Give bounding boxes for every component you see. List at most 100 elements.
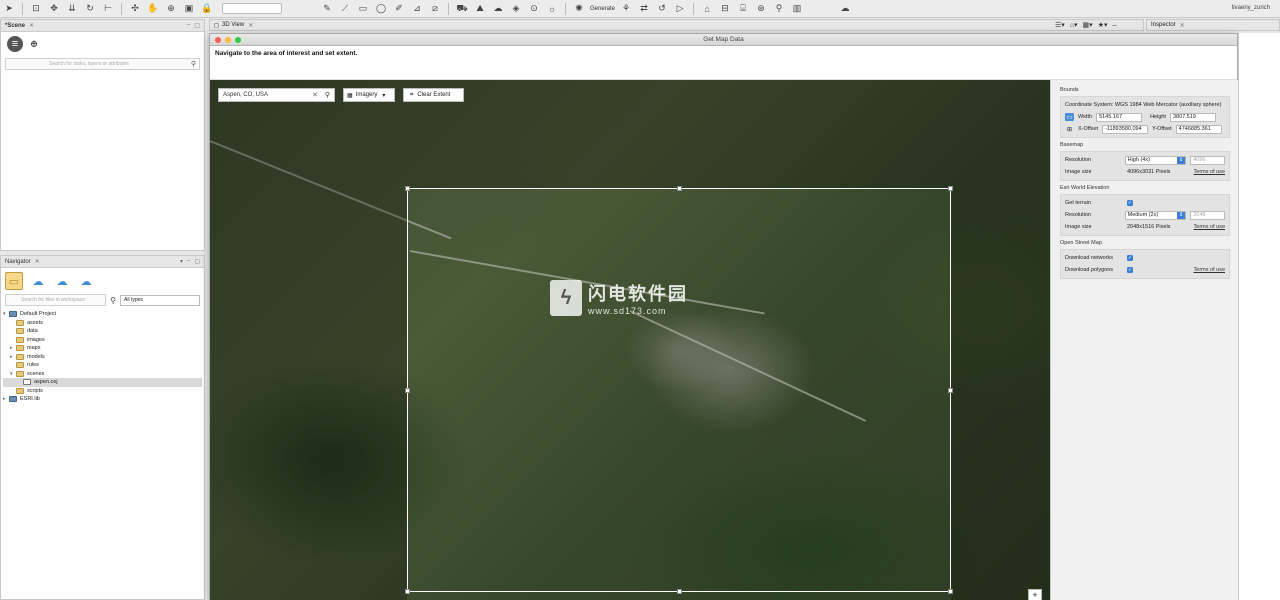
- minimize-icon[interactable]: –: [187, 22, 190, 29]
- tree-item[interactable]: rules: [3, 361, 202, 370]
- navigation-icon[interactable]: ⊛: [754, 2, 768, 16]
- draw-street-icon[interactable]: ⟋: [338, 2, 352, 16]
- search-icon[interactable]: ⚲: [110, 296, 116, 305]
- maximize-icon[interactable]: ▢: [194, 258, 200, 265]
- extent-handle[interactable]: [677, 186, 682, 191]
- clear-icon[interactable]: ✕: [312, 91, 318, 99]
- tree-item[interactable]: ▾ Default Project: [3, 310, 202, 319]
- scene-tab[interactable]: *Scene ✕ – ▢: [1, 20, 204, 32]
- extent-handle[interactable]: [948, 589, 953, 594]
- zoom-icon[interactable]: ⊕: [164, 2, 178, 16]
- tree-item[interactable]: images: [3, 336, 202, 345]
- height-field[interactable]: 3807.519: [1169, 112, 1216, 122]
- close-icon[interactable]: ✕: [248, 22, 253, 29]
- extent-handle[interactable]: [405, 388, 410, 393]
- close-icon[interactable]: ✕: [1180, 22, 1185, 29]
- close-icon[interactable]: ✕: [35, 258, 40, 265]
- refresh-icon[interactable]: ⇄: [637, 2, 651, 16]
- get-terrain-checkbox[interactable]: ✓: [1127, 200, 1133, 206]
- align-icon[interactable]: ⊢: [101, 2, 115, 16]
- tree-item[interactable]: data: [3, 327, 202, 336]
- rotate-icon[interactable]: ↻: [83, 2, 97, 16]
- close-window-button[interactable]: [215, 37, 221, 43]
- minimize-window-button[interactable]: [225, 37, 231, 43]
- yoffset-field[interactable]: 4746885.361: [1175, 124, 1222, 134]
- generate-icon[interactable]: ✺: [572, 2, 586, 16]
- extent-handle[interactable]: [948, 388, 953, 393]
- lock-icon[interactable]: 🔒: [200, 2, 214, 16]
- add-layer-button[interactable]: +: [31, 38, 37, 50]
- user-label[interactable]: tivaeny_zurich: [1232, 5, 1270, 11]
- basemap-terms-link[interactable]: Terms of use: [1194, 169, 1225, 175]
- bookmark-icon[interactable]: ⌂: [700, 2, 714, 16]
- width-field[interactable]: 5145.167: [1096, 112, 1143, 122]
- search-icon[interactable]: ⚲: [325, 91, 330, 99]
- sun-icon[interactable]: ☼: [545, 2, 559, 16]
- snapshot-icon[interactable]: ⌸: [736, 2, 750, 16]
- cloud-icon[interactable]: ☁: [491, 2, 505, 16]
- frame-icon[interactable]: ▣: [182, 2, 196, 16]
- measure-icon[interactable]: ⊿: [410, 2, 424, 16]
- edit-icon[interactable]: ✐: [392, 2, 406, 16]
- pointer-icon[interactable]: ➤: [2, 2, 16, 16]
- globe-icon[interactable]: ⊙: [527, 2, 541, 16]
- tree-item[interactable]: ▾ scenes: [3, 370, 202, 379]
- split-icon[interactable]: ⧄: [428, 2, 442, 16]
- scale-icon[interactable]: ⇊: [65, 2, 79, 16]
- extent-rectangle[interactable]: [405, 186, 953, 594]
- weather-icon[interactable]: ☁: [838, 2, 852, 16]
- orbit-icon[interactable]: ✣: [128, 2, 142, 16]
- extent-handle[interactable]: [677, 589, 682, 594]
- download-polygons-checkbox[interactable]: ✓: [1127, 267, 1133, 273]
- display-icon[interactable]: ▦▾: [1083, 21, 1093, 29]
- toolbar-search-input[interactable]: [222, 3, 282, 14]
- location-search-input[interactable]: Aspen, CO, USA ✕ ⚲: [218, 88, 335, 102]
- basemap-extra-field[interactable]: 4096: [1190, 155, 1225, 165]
- select-icon[interactable]: ⊡: [29, 2, 43, 16]
- maximize-icon[interactable]: ▢: [194, 22, 200, 29]
- extent-handle[interactable]: [948, 186, 953, 191]
- elevation-extra-field[interactable]: 2048: [1190, 210, 1225, 220]
- extent-handle[interactable]: [405, 186, 410, 191]
- satellite-map[interactable]: ϟ 闪电软件园 www.sd173.com Aspen, CO, USA ✕ ⚲…: [210, 80, 1050, 600]
- tree-item[interactable]: ▸ ESRI.lib: [3, 395, 202, 404]
- elevation-resolution-select[interactable]: Medium (2x) ⇕: [1124, 210, 1187, 220]
- view-menu-icon[interactable]: ▾: [180, 258, 183, 265]
- inspector-tab[interactable]: Inspector ✕: [1146, 19, 1280, 31]
- terrain-icon[interactable]: ⛰: [473, 2, 487, 16]
- generate-label[interactable]: Generate: [590, 6, 615, 12]
- minimize-icon[interactable]: –: [187, 258, 190, 265]
- draw-rect-icon[interactable]: ▭: [356, 2, 370, 16]
- car-icon[interactable]: ⛟: [455, 2, 469, 16]
- view-settings-icon[interactable]: ☰▾: [1055, 21, 1065, 29]
- draw-circle-icon[interactable]: ◯: [374, 2, 388, 16]
- navigator-tab[interactable]: Navigator ✕ ▾ – ▢: [1, 256, 204, 268]
- minimize-icon[interactable]: –: [1112, 22, 1116, 29]
- zoom-in-button[interactable]: +: [1028, 589, 1042, 600]
- layers-menu-button[interactable]: ≡: [7, 36, 23, 52]
- folder-icon[interactable]: ▭: [5, 272, 23, 290]
- cloud-icon[interactable]: ☁: [77, 272, 95, 290]
- layers-icon[interactable]: ◈: [509, 2, 523, 16]
- zoom-window-button[interactable]: [235, 37, 241, 43]
- download-cloud-icon[interactable]: ☁: [29, 272, 47, 290]
- tree-item[interactable]: ▸ models: [3, 353, 202, 362]
- camera-icon[interactable]: ⊟: [718, 2, 732, 16]
- download-networks-checkbox[interactable]: ✓: [1127, 255, 1133, 261]
- search-icon[interactable]: ⚲: [191, 60, 196, 68]
- close-icon[interactable]: ✕: [29, 22, 34, 29]
- tree-item[interactable]: scripts: [3, 387, 202, 396]
- chart-icon[interactable]: ▥: [790, 2, 804, 16]
- pan-icon[interactable]: ✋: [146, 2, 160, 16]
- extent-handle[interactable]: [405, 589, 410, 594]
- clear-extent-button[interactable]: ⌗ Clear Extent: [403, 88, 464, 102]
- tree-item[interactable]: assets: [3, 319, 202, 328]
- play-icon[interactable]: ▷: [673, 2, 687, 16]
- pin-icon[interactable]: ⚲: [772, 2, 786, 16]
- tree-icon[interactable]: ⚘: [619, 2, 633, 16]
- camera-bookmark-icon[interactable]: ⌂▾: [1070, 21, 1078, 29]
- xoffset-field[interactable]: -11893580.094: [1102, 124, 1149, 134]
- file-type-select[interactable]: All types: [120, 294, 200, 306]
- basemap-select[interactable]: ▦ Imagery ▾: [343, 88, 395, 102]
- tree-item[interactable]: ▸ maps: [3, 344, 202, 353]
